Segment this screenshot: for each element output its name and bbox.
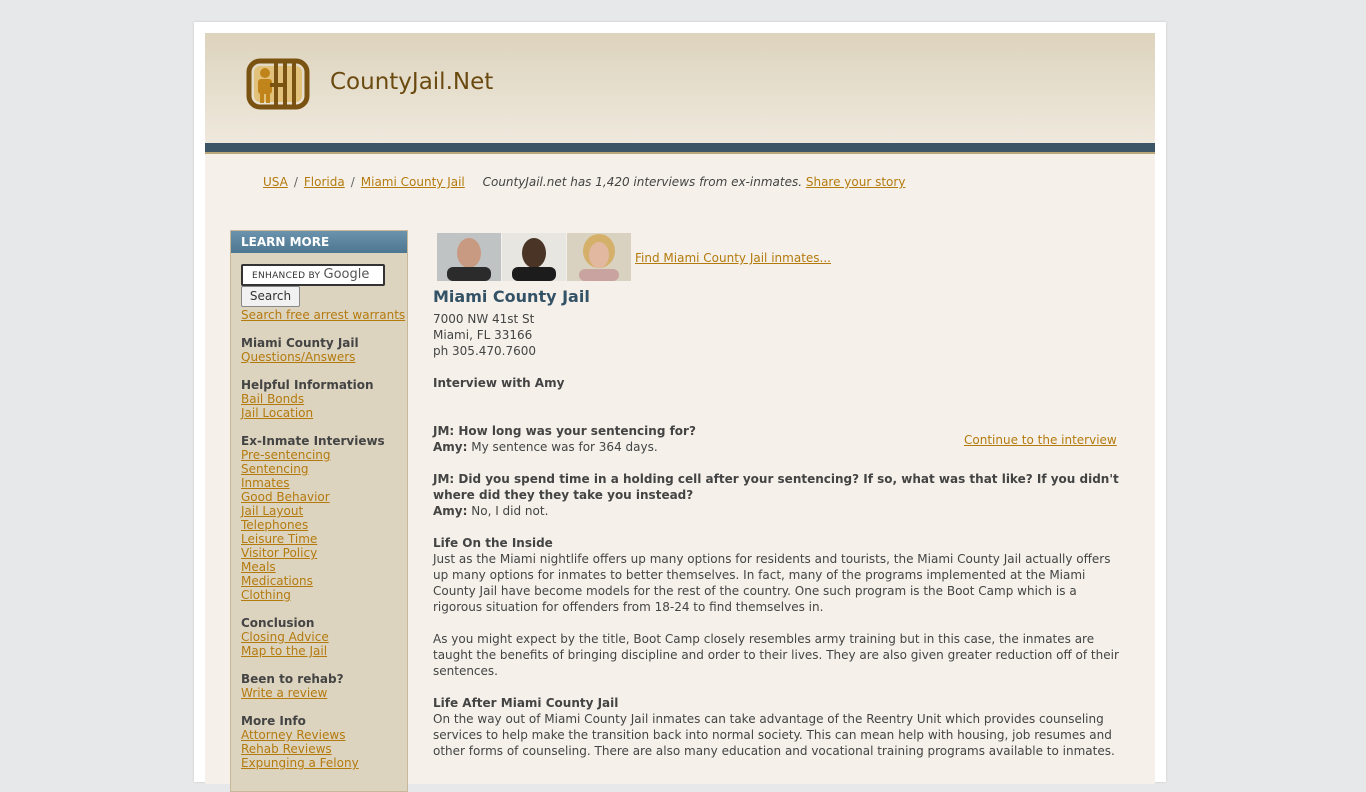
breadcrumb-separator: / <box>293 175 298 189</box>
answer-speaker: Amy: <box>433 440 468 454</box>
answer-text: No, I did not. <box>471 504 549 518</box>
breadcrumb-separator: / <box>350 175 355 189</box>
sidebar-section-rehab: Been to rehab? Write a review <box>241 672 344 700</box>
sidebar-link-jail-layout[interactable]: Jail Layout <box>241 504 385 518</box>
sidebar-link-jail-location[interactable]: Jail Location <box>241 406 374 420</box>
page-container: CountyJail.Net USA / Florida / Miami County … <box>194 22 1166 792</box>
answer: Amy: My sentence was for 364 days. <box>433 439 696 455</box>
answer-text: My sentence was for 364 days. <box>471 440 658 454</box>
breadcrumb-usa[interactable]: USA <box>263 175 288 189</box>
interview-count-note: CountyJail.net has 1,420 interviews from… <box>482 175 803 189</box>
share-story-link[interactable]: Share your story <box>806 175 906 189</box>
answer-speaker: Amy: <box>433 504 468 518</box>
search-placeholder: ENHANCED BY <box>252 271 321 281</box>
site-header: CountyJail.Net <box>205 33 1155 143</box>
sidebar-section-interviews: Ex-Inmate Interviews Pre-sentencing Sent… <box>241 434 385 602</box>
jail-address: 7000 NW 41st St Miami, FL 33166 ph 305.4… <box>433 311 536 359</box>
qa-item: JM: How long was your sentencing for? Am… <box>433 423 696 455</box>
article-section: As you might expect by the title, Boot C… <box>433 631 1123 679</box>
interview-title: Interview with Amy <box>433 376 565 390</box>
search-button[interactable]: Search <box>241 286 300 307</box>
sidebar-link-rehab-reviews[interactable]: Rehab Reviews <box>241 742 359 756</box>
sidebar-link-clothing[interactable]: Clothing <box>241 588 385 602</box>
jail-logo-icon[interactable] <box>246 58 310 110</box>
continue-interview-link[interactable]: Continue to the interview <box>964 433 1117 447</box>
section-text: Just as the Miami nightlife offers up ma… <box>433 552 1111 614</box>
google-logo: Google <box>323 267 370 282</box>
sidebar-link-bail-bonds[interactable]: Bail Bonds <box>241 392 374 406</box>
mugshot-image <box>437 233 501 281</box>
section-text: As you might expect by the title, Boot C… <box>433 632 1119 678</box>
section-title: Life On the Inside <box>433 536 553 550</box>
sidebar-link-write-review[interactable]: Write a review <box>241 686 344 700</box>
article-section: Life After Miami County Jail On the way … <box>433 695 1123 759</box>
warrants-section: Search free arrest warrants <box>241 308 405 322</box>
sidebar-section-heading: Conclusion <box>241 616 315 630</box>
sidebar: LEARN MORE ENHANCED BY Google Search Sea… <box>230 230 408 792</box>
sidebar-link-medications[interactable]: Medications <box>241 574 385 588</box>
sidebar-link-telephones[interactable]: Telephones <box>241 518 385 532</box>
sidebar-link-closing-advice[interactable]: Closing Advice <box>241 630 329 644</box>
sidebar-link-inmates[interactable]: Inmates <box>241 476 385 490</box>
sidebar-link-attorney-reviews[interactable]: Attorney Reviews <box>241 728 359 742</box>
qa-item: JM: Did you spend time in a holding cell… <box>433 471 1123 519</box>
google-search-input[interactable]: ENHANCED BY Google <box>241 264 385 286</box>
header-divider <box>205 143 1155 152</box>
address-city: Miami, FL 33166 <box>433 328 533 342</box>
sidebar-section-heading: Been to rehab? <box>241 672 344 686</box>
sidebar-link-sentencing[interactable]: Sentencing <box>241 462 385 476</box>
site-title[interactable]: CountyJail.Net <box>330 69 493 95</box>
search-warrants-link[interactable]: Search free arrest warrants <box>241 308 405 322</box>
sidebar-section-heading: Ex-Inmate Interviews <box>241 434 385 448</box>
find-inmates-link[interactable]: Find Miami County Jail inmates... <box>635 251 831 265</box>
question: JM: How long was your sentencing for? <box>433 424 696 438</box>
sidebar-section-heading: Helpful Information <box>241 378 374 392</box>
jail-name-heading: Miami County Jail <box>433 287 590 306</box>
article-section: Life On the Inside Just as the Miami nig… <box>433 535 1123 615</box>
sidebar-link-visitor-policy[interactable]: Visitor Policy <box>241 546 385 560</box>
sidebar-link-questions[interactable]: Questions/Answers <box>241 350 359 364</box>
sidebar-heading: LEARN MORE <box>231 231 407 253</box>
sidebar-section-conclusion: Conclusion Closing Advice Map to the Jai… <box>241 616 329 658</box>
question: JM: Did you spend time in a holding cell… <box>433 472 1119 502</box>
breadcrumb-florida[interactable]: Florida <box>304 175 345 189</box>
sidebar-link-pre-sentencing[interactable]: Pre-sentencing <box>241 448 385 462</box>
address-phone: ph 305.470.7600 <box>433 344 537 358</box>
sidebar-section-jail: Miami County Jail Questions/Answers <box>241 336 359 364</box>
address-street: 7000 NW 41st St <box>433 312 535 326</box>
mugshot-image <box>567 233 631 281</box>
breadcrumb-miami-county-jail[interactable]: Miami County Jail <box>361 175 465 189</box>
sidebar-section-heading: More Info <box>241 714 306 728</box>
answer: Amy: No, I did not. <box>433 503 1123 519</box>
sidebar-link-leisure-time[interactable]: Leisure Time <box>241 532 385 546</box>
sidebar-section-more-info: More Info Attorney Reviews Rehab Reviews… <box>241 714 359 770</box>
section-title: Life After Miami County Jail <box>433 696 619 710</box>
sidebar-link-map[interactable]: Map to the Jail <box>241 644 329 658</box>
sidebar-link-meals[interactable]: Meals <box>241 560 385 574</box>
breadcrumb: USA / Florida / Miami County Jail CountyJail… <box>263 175 905 189</box>
sidebar-section-heading: Miami County Jail <box>241 336 359 350</box>
sidebar-link-good-behavior[interactable]: Good Behavior <box>241 490 385 504</box>
sidebar-section-helpful: Helpful Information Bail Bonds Jail Loca… <box>241 378 374 420</box>
mugshot-image <box>502 233 566 281</box>
section-text: On the way out of Miami County Jail inma… <box>433 712 1115 758</box>
inmate-mugshots[interactable] <box>437 233 632 281</box>
